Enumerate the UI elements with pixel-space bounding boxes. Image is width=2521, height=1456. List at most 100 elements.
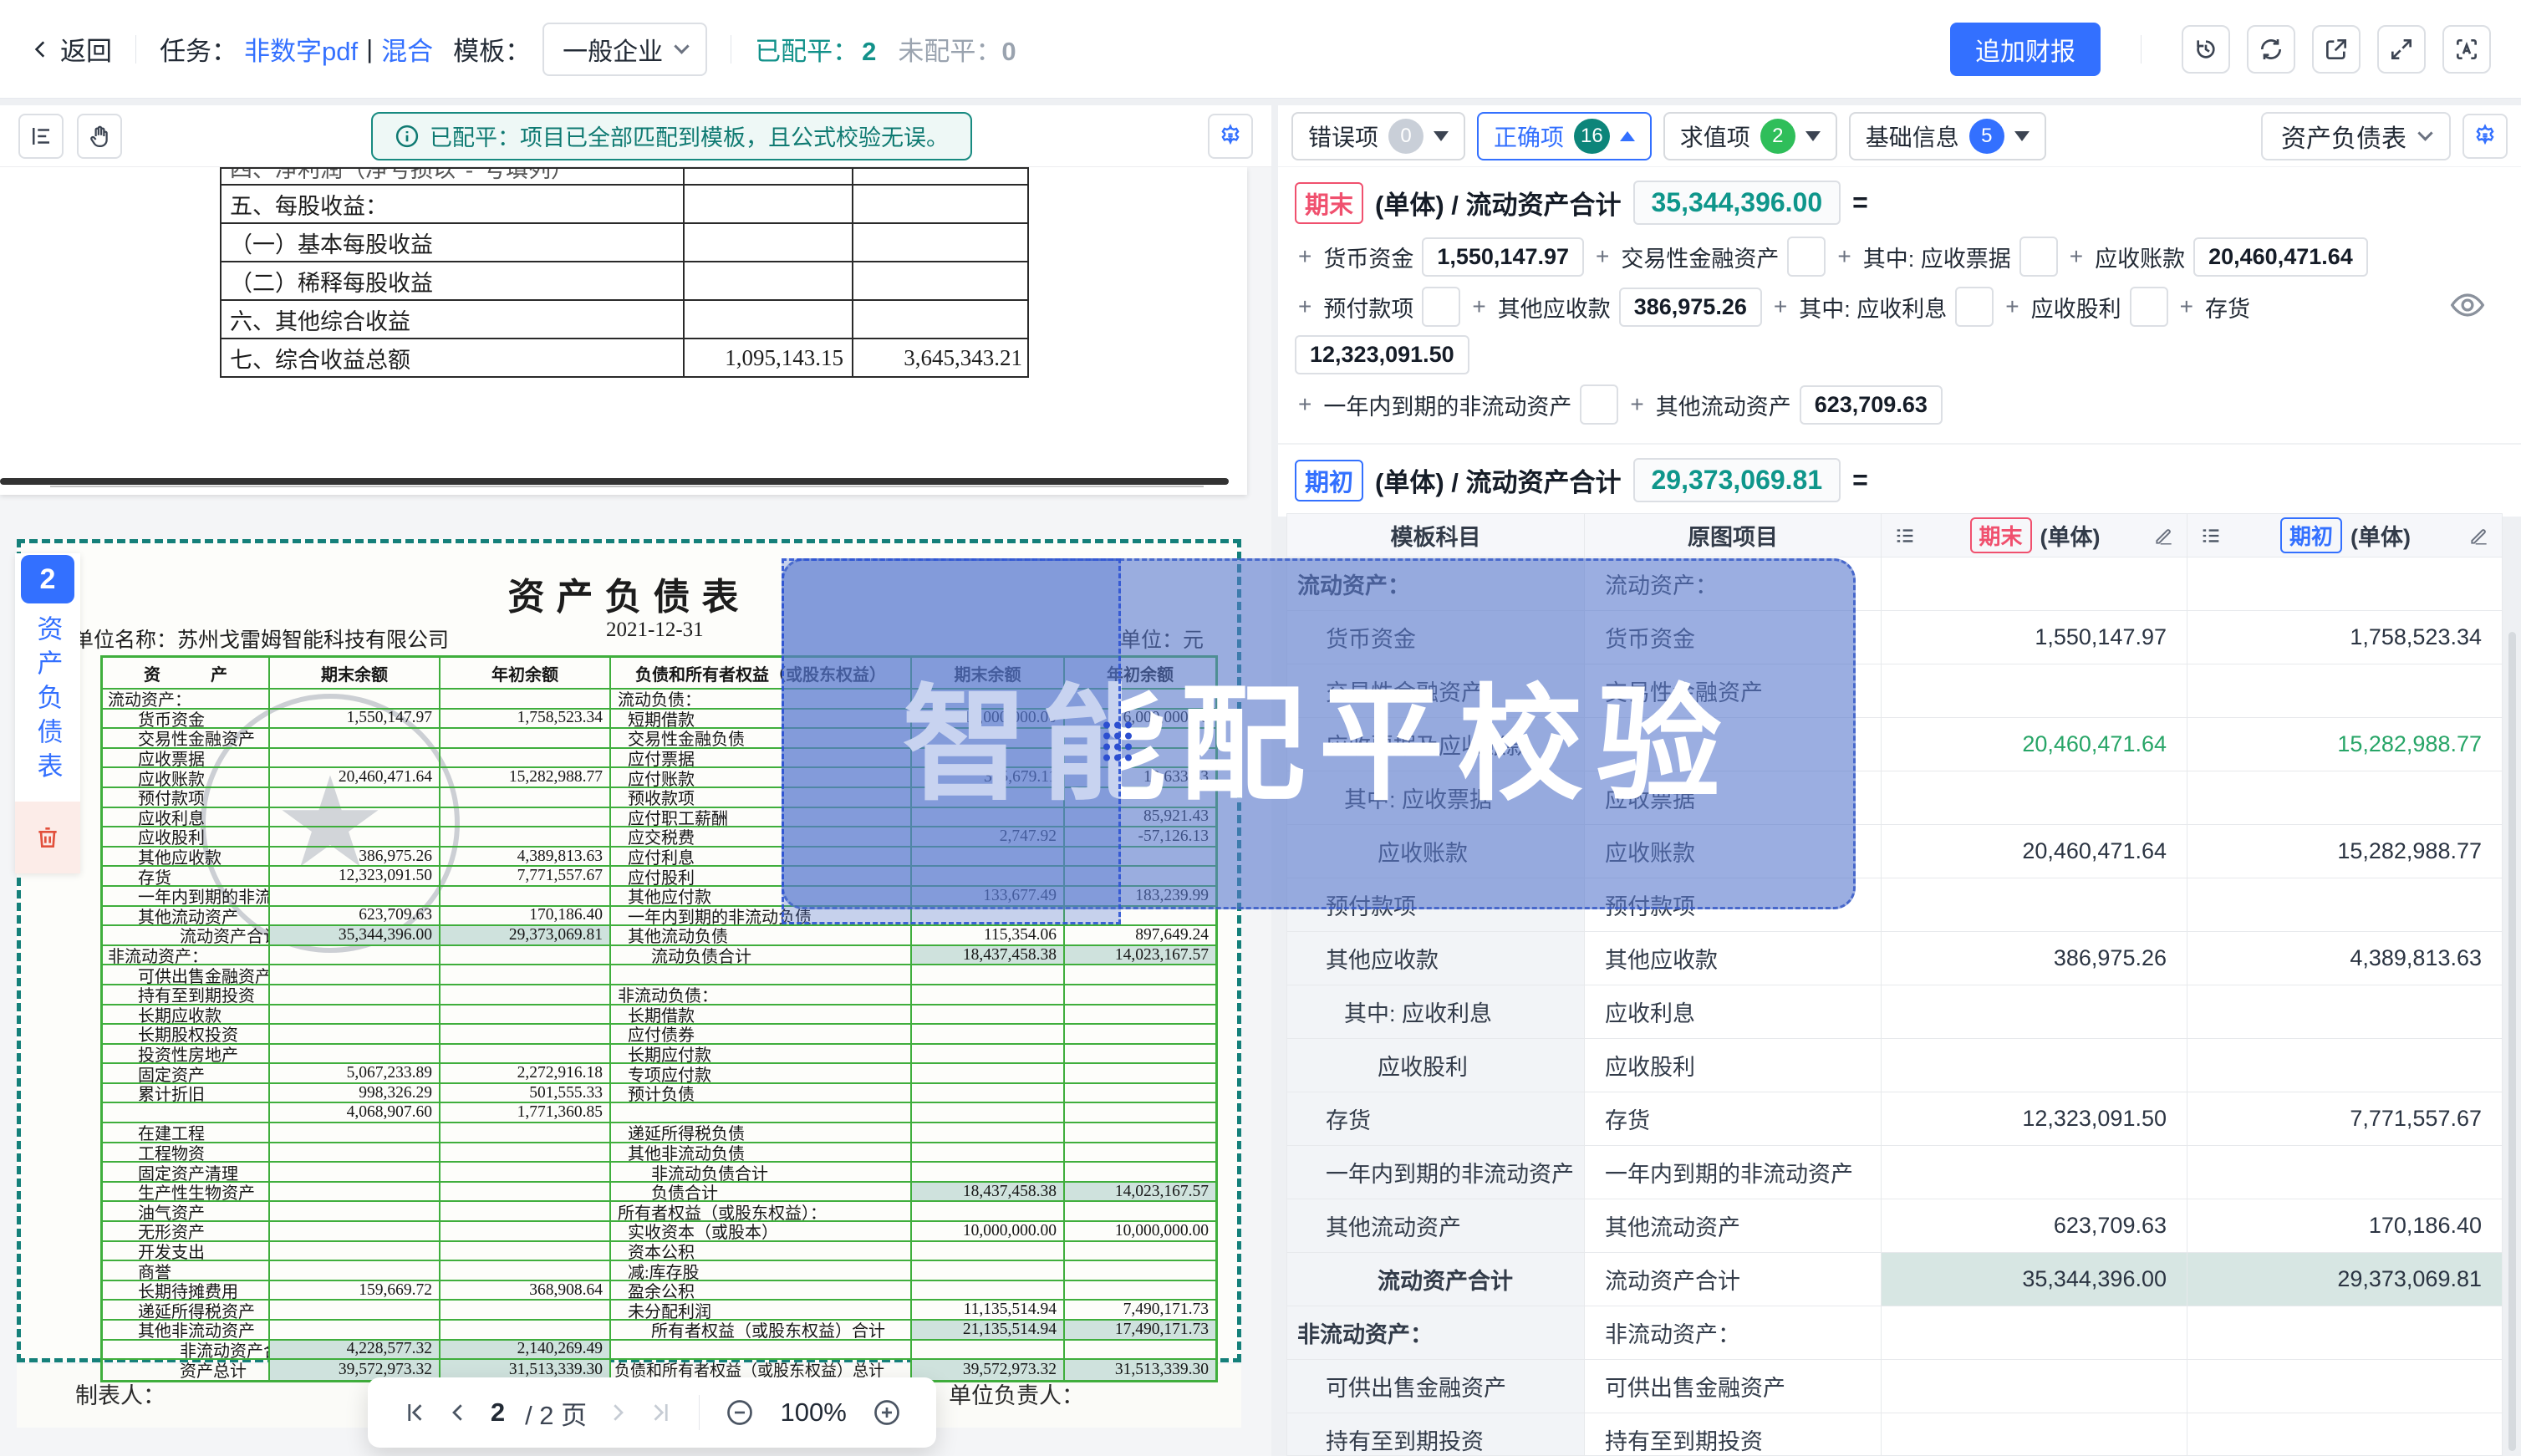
end-value-cell[interactable]: 35,344,396.00 <box>1882 1253 2187 1306</box>
settings-gear-icon[interactable] <box>2462 114 2508 159</box>
end-value-cell[interactable] <box>1882 1306 2187 1360</box>
table-row[interactable]: 货币资金货币资金1,550,147.971,758,523.34 <box>1287 611 2502 664</box>
begin-value-cell[interactable]: 15,282,988.77 <box>2187 718 2502 771</box>
table-row[interactable]: 交易性金融资产交易性金融资产 <box>1287 664 2502 718</box>
formula-item-value[interactable]: 386,975.26 <box>1619 288 1762 327</box>
end-value-cell[interactable] <box>1882 1360 2187 1413</box>
end-value-cell[interactable] <box>1882 1039 2187 1092</box>
formula-item-value[interactable] <box>2019 237 2058 277</box>
end-value-cell[interactable]: 12,323,091.50 <box>1882 1092 2187 1146</box>
formula-item-value[interactable] <box>1580 384 1618 425</box>
begin-value-cell[interactable] <box>2187 1306 2502 1360</box>
begin-value-cell[interactable]: 15,282,988.77 <box>2187 825 2502 878</box>
begin-value-cell[interactable]: 29,373,069.81 <box>2187 1253 2502 1306</box>
end-value-cell[interactable] <box>1882 878 2187 932</box>
begin-value-cell[interactable]: 170,186.40 <box>2187 1199 2502 1253</box>
formula-item-value[interactable]: 12,323,091.50 <box>1295 335 1469 374</box>
table-row[interactable]: 一年内到期的非流动资产一年内到期的非流动资产 <box>1287 1146 2502 1199</box>
page-side-tab[interactable]: 2 资产负债表 <box>15 553 80 873</box>
end-value-cell[interactable]: 623,709.63 <box>1882 1199 2187 1253</box>
next-page-button[interactable] <box>605 1400 630 1425</box>
column-list-icon[interactable] <box>1893 524 1917 547</box>
end-value-cell[interactable]: 386,975.26 <box>1882 932 2187 985</box>
formula-item-value[interactable]: 20,460,471.64 <box>2193 237 2368 277</box>
column-list-icon[interactable] <box>2199 524 2223 547</box>
end-value-cell[interactable]: 20,460,471.64 <box>1882 718 2187 771</box>
begin-value-cell[interactable]: 4,389,813.63 <box>2187 932 2502 985</box>
end-value-cell[interactable] <box>1882 1413 2187 1456</box>
sheet-tab-label[interactable]: 资产负债表 <box>29 615 67 787</box>
add-report-button[interactable]: 追加财报 <box>1950 23 2101 76</box>
tab-错误项[interactable]: 错误项0 <box>1291 112 1465 160</box>
current-page[interactable]: 2 <box>491 1397 505 1428</box>
formula-item-value[interactable]: 1,550,147.97 <box>1422 237 1584 277</box>
formula-item-value[interactable] <box>1955 287 1994 327</box>
end-value-cell[interactable] <box>1882 664 2187 718</box>
begin-value-cell[interactable] <box>2187 664 2502 718</box>
begin-value-cell[interactable] <box>2187 1146 2502 1199</box>
table-row[interactable]: 其中: 应收票据应收票据 <box>1287 771 2502 825</box>
sync-icon[interactable] <box>2247 25 2295 74</box>
begin-value-cell[interactable]: 7,771,557.67 <box>2187 1092 2502 1146</box>
formula-total-value[interactable]: 29,373,069.81 <box>1633 458 1841 502</box>
tab-基础信息[interactable]: 基础信息5 <box>1849 112 2046 160</box>
document-page-2[interactable]: 资产负债表 单位名称：苏州戈雷姆智能科技有限公司 2021-12-31 单位：元… <box>17 539 1241 1362</box>
table-row[interactable]: 预付款项预付款项 <box>1287 878 2502 932</box>
zoom-in-button[interactable] <box>872 1397 902 1428</box>
formula-item-value[interactable]: 623,709.63 <box>1800 385 1943 425</box>
table-row[interactable]: 存货存货12,323,091.507,771,557.67 <box>1287 1092 2502 1146</box>
end-value-cell[interactable]: 20,460,471.64 <box>1882 825 2187 878</box>
end-value-cell[interactable] <box>1882 771 2187 825</box>
zoom-out-button[interactable] <box>725 1397 755 1428</box>
table-row[interactable]: 应收账款应收账款20,460,471.6415,282,988.77 <box>1287 825 2502 878</box>
begin-value-cell[interactable] <box>2187 985 2502 1039</box>
table-row[interactable]: 应收股利应收股利 <box>1287 1039 2502 1092</box>
end-value-cell[interactable] <box>1882 1146 2187 1199</box>
hand-icon[interactable] <box>77 114 122 159</box>
begin-value-cell[interactable] <box>2187 1413 2502 1456</box>
table-row[interactable]: 其中: 应收利息应收利息 <box>1287 985 2502 1039</box>
table-row[interactable]: 非流动资产：非流动资产： <box>1287 1306 2502 1360</box>
begin-value-cell[interactable] <box>2187 878 2502 932</box>
table-row[interactable]: 可供出售金融资产可供出售金融资产 <box>1287 1360 2502 1413</box>
begin-value-cell[interactable] <box>2187 1360 2502 1413</box>
formula-item-value[interactable] <box>1787 237 1826 277</box>
edit-pencil-icon[interactable] <box>2153 525 2175 547</box>
end-value-cell[interactable]: 1,550,147.97 <box>1882 611 2187 664</box>
end-value-cell[interactable] <box>1882 557 2187 611</box>
ocr-icon[interactable] <box>2442 25 2491 74</box>
settings-gear-icon[interactable] <box>1208 114 1253 159</box>
prev-page-button[interactable] <box>446 1400 471 1425</box>
end-value-cell[interactable] <box>1882 985 2187 1039</box>
table-row[interactable]: 流动资产合计流动资产合计35,344,396.0029,373,069.81 <box>1287 1253 2502 1306</box>
formula-item-value[interactable] <box>1422 287 1460 327</box>
begin-value-cell[interactable] <box>2187 771 2502 825</box>
table-row[interactable]: 流动资产：流动资产： <box>1287 557 2502 611</box>
back-button[interactable]: 返回 <box>30 30 112 68</box>
begin-value-cell[interactable]: 1,758,523.34 <box>2187 611 2502 664</box>
begin-value-cell[interactable] <box>2187 1039 2502 1092</box>
template-select[interactable]: 一般企业 <box>542 23 707 76</box>
last-page-button[interactable] <box>649 1400 674 1425</box>
eye-icon[interactable] <box>2449 287 2486 323</box>
task-name-link[interactable]: 非数字pdf <box>244 30 358 68</box>
first-page-button[interactable] <box>402 1400 427 1425</box>
export-icon[interactable] <box>2312 25 2361 74</box>
scrollbar[interactable] <box>2508 632 2516 1451</box>
formula-item-value[interactable] <box>2130 287 2168 327</box>
table-row[interactable]: 其他流动资产其他流动资产623,709.63170,186.40 <box>1287 1199 2502 1253</box>
task-mode-link[interactable]: 混合 <box>381 30 433 68</box>
tab-正确项[interactable]: 正确项16 <box>1477 112 1652 160</box>
table-row[interactable]: 应收票据及应收账款20,460,471.6415,282,988.77 <box>1287 718 2502 771</box>
begin-value-cell[interactable] <box>2187 557 2502 611</box>
outline-icon[interactable] <box>18 114 64 159</box>
delete-page-button[interactable] <box>15 802 80 873</box>
table-row[interactable]: 其他应收款其他应收款386,975.264,389,813.63 <box>1287 932 2502 985</box>
history-icon[interactable] <box>2182 25 2230 74</box>
formula-total-value[interactable]: 35,344,396.00 <box>1633 181 1841 225</box>
sheet-select[interactable]: 资产负债表 <box>2261 112 2451 160</box>
edit-pencil-icon[interactable] <box>2468 525 2490 547</box>
table-row[interactable]: 持有至到期投资持有至到期投资 <box>1287 1413 2502 1456</box>
fullscreen-icon[interactable] <box>2377 25 2426 74</box>
tab-求值项[interactable]: 求值项2 <box>1663 112 1837 160</box>
